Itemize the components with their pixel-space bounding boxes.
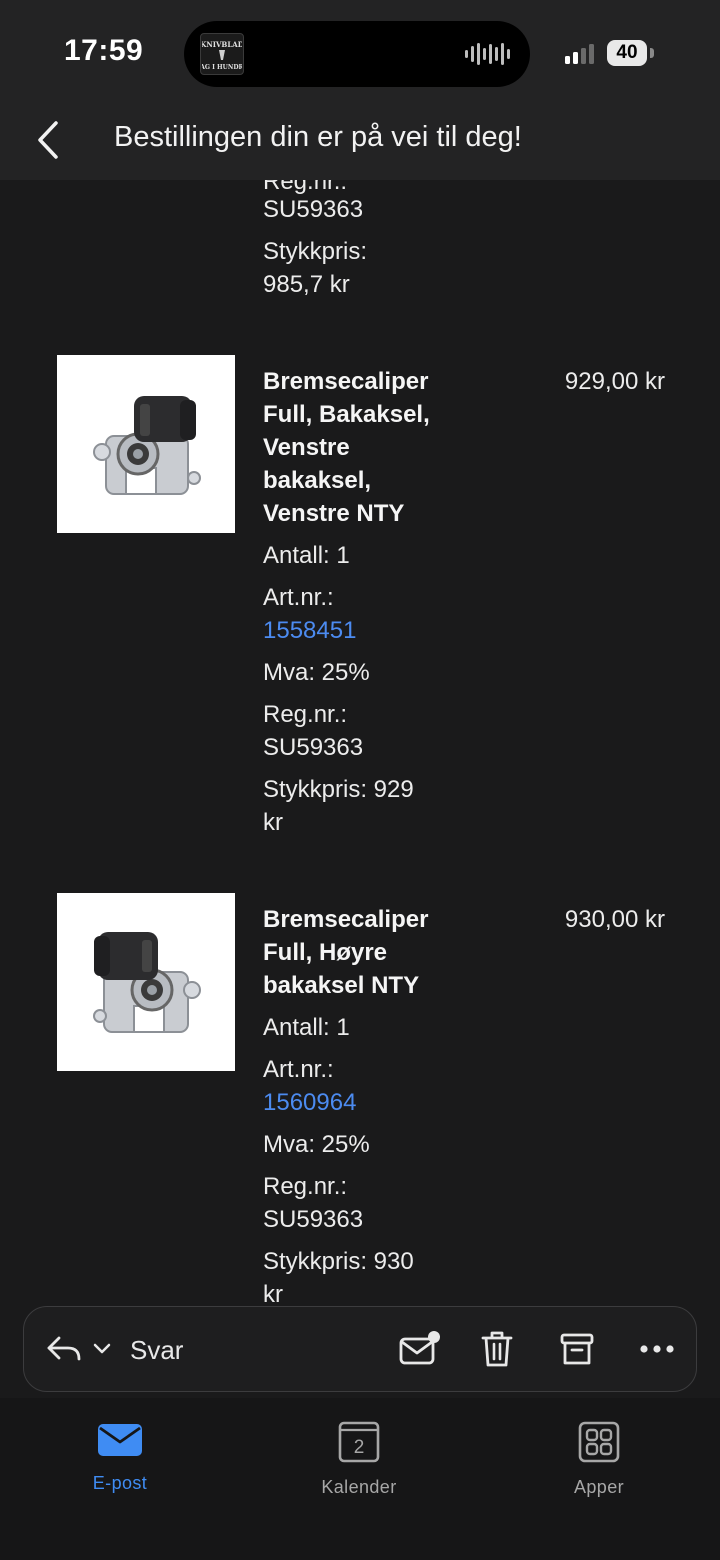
svg-text:SAG I HUNDRE: SAG I HUNDRE	[202, 64, 242, 71]
unit-price-line: Stykkpris: 930	[263, 1248, 414, 1275]
email-body[interactable]: Reg.nr.: SU59363 Stykkpris: 985,7 kr Bre…	[0, 0, 720, 1310]
vat-text: Mva: 25%	[263, 1131, 370, 1158]
email-action-bar: Svar	[23, 1306, 697, 1392]
dynamic-island[interactable]: KNIVBLAD SAG I HUNDRE	[184, 21, 530, 87]
quantity-text: Antall: 1	[263, 1014, 350, 1041]
back-button[interactable]	[28, 116, 68, 164]
artnr-label: Art.nr.:	[263, 584, 334, 611]
reply-icon	[47, 1336, 81, 1361]
delete-button[interactable]	[474, 1327, 520, 1371]
trash-icon	[481, 1331, 513, 1367]
brake-caliper-image	[93, 932, 201, 1033]
artnr-link[interactable]: 1558451	[263, 614, 463, 647]
calendar-day-number: 2	[354, 1437, 365, 1458]
quantity-text: Antall: 1	[263, 542, 350, 569]
tab-apps-label: Apper	[573, 1477, 625, 1497]
apps-grid-icon	[578, 1421, 620, 1463]
more-button[interactable]	[634, 1327, 680, 1371]
unread-mail-icon	[399, 1331, 440, 1365]
brake-caliper-image	[93, 396, 201, 495]
battery-icon: 40	[607, 40, 647, 66]
artnr-link[interactable]: 1560964	[263, 1086, 463, 1119]
mark-unread-button[interactable]	[394, 1327, 444, 1371]
unit-price-line: Stykkpris: 929	[263, 776, 414, 803]
now-playing-artwork: KNIVBLAD SAG I HUNDRE	[200, 33, 244, 75]
archive-button[interactable]	[554, 1327, 600, 1371]
vat-text: Mva: 25%	[263, 659, 370, 686]
tab-mail[interactable]: E-post	[50, 1420, 190, 1494]
reply-button[interactable]	[44, 1327, 84, 1371]
partial-unit-price-value: 985,7 kr	[263, 271, 350, 298]
tab-mail-label: E-post	[92, 1473, 148, 1493]
regnr-label: Reg.nr.:	[263, 701, 348, 728]
tab-calendar-label: Kalender	[321, 1477, 397, 1497]
battery-tip	[650, 48, 654, 58]
chevron-left-icon	[38, 121, 58, 159]
chevron-down-icon	[93, 1343, 111, 1354]
product-title[interactable]: Bremsecaliper Full, Bakaksel, Venstre ba…	[263, 365, 463, 530]
regnr-label: Reg.nr.:	[263, 1173, 348, 1200]
product-image[interactable]	[57, 893, 235, 1071]
reply-options-button[interactable]	[90, 1327, 114, 1371]
product-title[interactable]: Bremsecaliper Full, Høyre bakaksel NTY	[263, 903, 463, 1002]
unit-price-line: kr	[263, 809, 283, 836]
archive-icon	[560, 1333, 594, 1365]
top-bar: 17:59 KNIVBLAD SAG I HUNDRE 40 Bestillin…	[0, 0, 720, 180]
audio-waveform-icon	[465, 42, 510, 66]
artnr-label: Art.nr.:	[263, 1056, 334, 1083]
bottom-tab-bar: E-post 2 Kalender Apper	[0, 1398, 720, 1560]
regnr-value: SU59363	[263, 1206, 364, 1233]
partial-regnr-value: SU59363	[263, 196, 364, 223]
status-time: 17:59	[64, 34, 144, 67]
product-price: 930,00 kr	[564, 906, 665, 933]
cellular-signal-icon	[565, 42, 594, 64]
tab-apps[interactable]: Apper	[529, 1420, 669, 1498]
mail-icon	[98, 1424, 142, 1456]
product-image[interactable]	[57, 355, 235, 533]
logo-lettering: KNIVBLAD	[202, 40, 242, 49]
email-subject-title: Bestillingen din er på vei til deg!	[114, 121, 522, 153]
tab-calendar[interactable]: 2 Kalender	[289, 1420, 429, 1498]
ellipsis-icon	[640, 1345, 674, 1353]
calendar-icon: 2	[338, 1421, 380, 1463]
partial-unit-price-label: Stykkpris:	[263, 238, 368, 265]
product-price: 929,00 kr	[564, 368, 665, 395]
regnr-value: SU59363	[263, 734, 364, 761]
reply-label[interactable]: Svar	[130, 1335, 183, 1366]
